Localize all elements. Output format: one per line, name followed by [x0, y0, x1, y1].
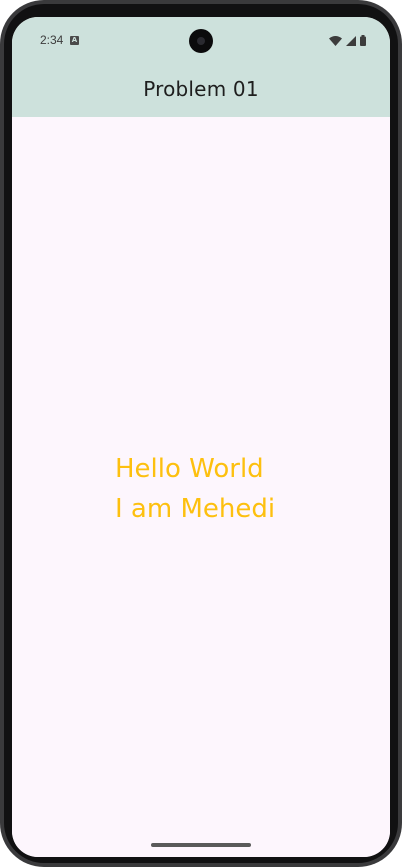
device-frame: 2:34 A Problem 01 Hello World I am Mehed…: [0, 0, 402, 867]
app-bar: Problem 01: [12, 65, 390, 117]
phone-screen: 2:34 A Problem 01 Hello World I am Mehed…: [12, 17, 390, 857]
wifi-icon: [329, 36, 342, 46]
content-area: Hello World I am Mehedi: [12, 117, 390, 857]
status-time: 2:34: [40, 33, 64, 47]
front-camera-icon: [189, 29, 213, 53]
cellular-signal-icon: [346, 36, 356, 46]
greeting-line-1: Hello World: [115, 454, 264, 484]
app-bar-title: Problem 01: [143, 77, 259, 101]
status-icons: [329, 34, 366, 46]
greeting-line-2: I am Mehedi: [115, 494, 276, 524]
greeting-text: Hello World I am Mehedi: [115, 449, 275, 529]
home-indicator[interactable]: [151, 843, 251, 847]
a-notification-icon: A: [70, 36, 79, 45]
status-bar: 2:34 A: [12, 17, 390, 65]
battery-icon: [360, 35, 366, 46]
